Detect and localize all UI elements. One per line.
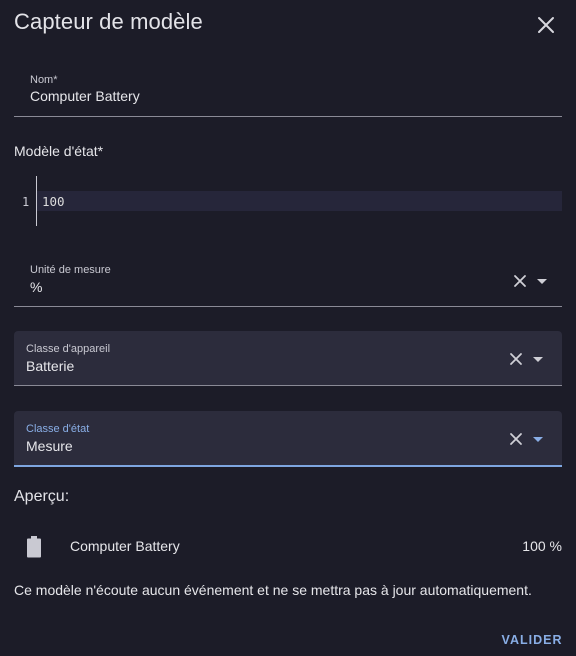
name-field-label: Nom*: [30, 74, 58, 86]
unit-clear-button[interactable]: [510, 271, 530, 291]
device-class-clear-button[interactable]: [506, 349, 526, 369]
preview-notice: Ce modèle n'écoute aucun événement et ne…: [14, 582, 532, 598]
state-class-label: Classe d'état: [26, 423, 90, 435]
code-text[interactable]: 100: [42, 194, 65, 209]
device-class-select[interactable]: Classe d'appareil Batterie: [14, 331, 562, 386]
preview-entity-state: 100 %: [522, 538, 562, 554]
unit-field-label: Unité de mesure: [30, 264, 111, 276]
close-icon: [510, 353, 522, 365]
preview-entity-name: Computer Battery: [70, 538, 180, 554]
device-class-dropdown-button[interactable]: [528, 349, 548, 369]
template-sensor-dialog: Capteur de modèle Nom* Computer Battery …: [0, 0, 576, 656]
submit-button[interactable]: VALIDER: [496, 627, 568, 653]
close-button[interactable]: [532, 11, 560, 39]
device-class-value: Batterie: [26, 358, 75, 374]
state-template-label: Modèle d'état*: [14, 143, 104, 159]
unit-of-measurement-select[interactable]: Unité de mesure %: [14, 256, 562, 307]
code-line[interactable]: 100: [37, 191, 562, 211]
state-class-clear-button[interactable]: [506, 429, 526, 449]
unit-dropdown-button[interactable]: [532, 271, 552, 291]
state-class-dropdown-button[interactable]: [528, 429, 548, 449]
preview-entity-row: Computer Battery 100 %: [14, 530, 562, 564]
close-icon: [510, 433, 522, 445]
unit-field-value: %: [30, 279, 43, 295]
name-field[interactable]: Nom* Computer Battery: [14, 66, 562, 117]
caret-down-icon: [533, 357, 543, 362]
state-class-select[interactable]: Classe d'état Mesure: [14, 411, 562, 467]
close-icon: [514, 275, 526, 287]
battery-icon: [27, 536, 41, 558]
caret-down-icon: [537, 279, 547, 284]
dialog-title: Capteur de modèle: [14, 9, 203, 34]
preview-label: Aperçu:: [14, 488, 70, 505]
state-class-value: Mesure: [26, 438, 73, 454]
state-template-editor[interactable]: 1 100: [14, 176, 562, 226]
close-icon: [538, 17, 554, 33]
line-number: 1: [22, 195, 30, 209]
editor-gutter: 1: [14, 176, 37, 226]
name-field-value[interactable]: Computer Battery: [30, 88, 140, 104]
device-class-label: Classe d'appareil: [26, 343, 111, 355]
caret-down-icon: [533, 437, 543, 442]
